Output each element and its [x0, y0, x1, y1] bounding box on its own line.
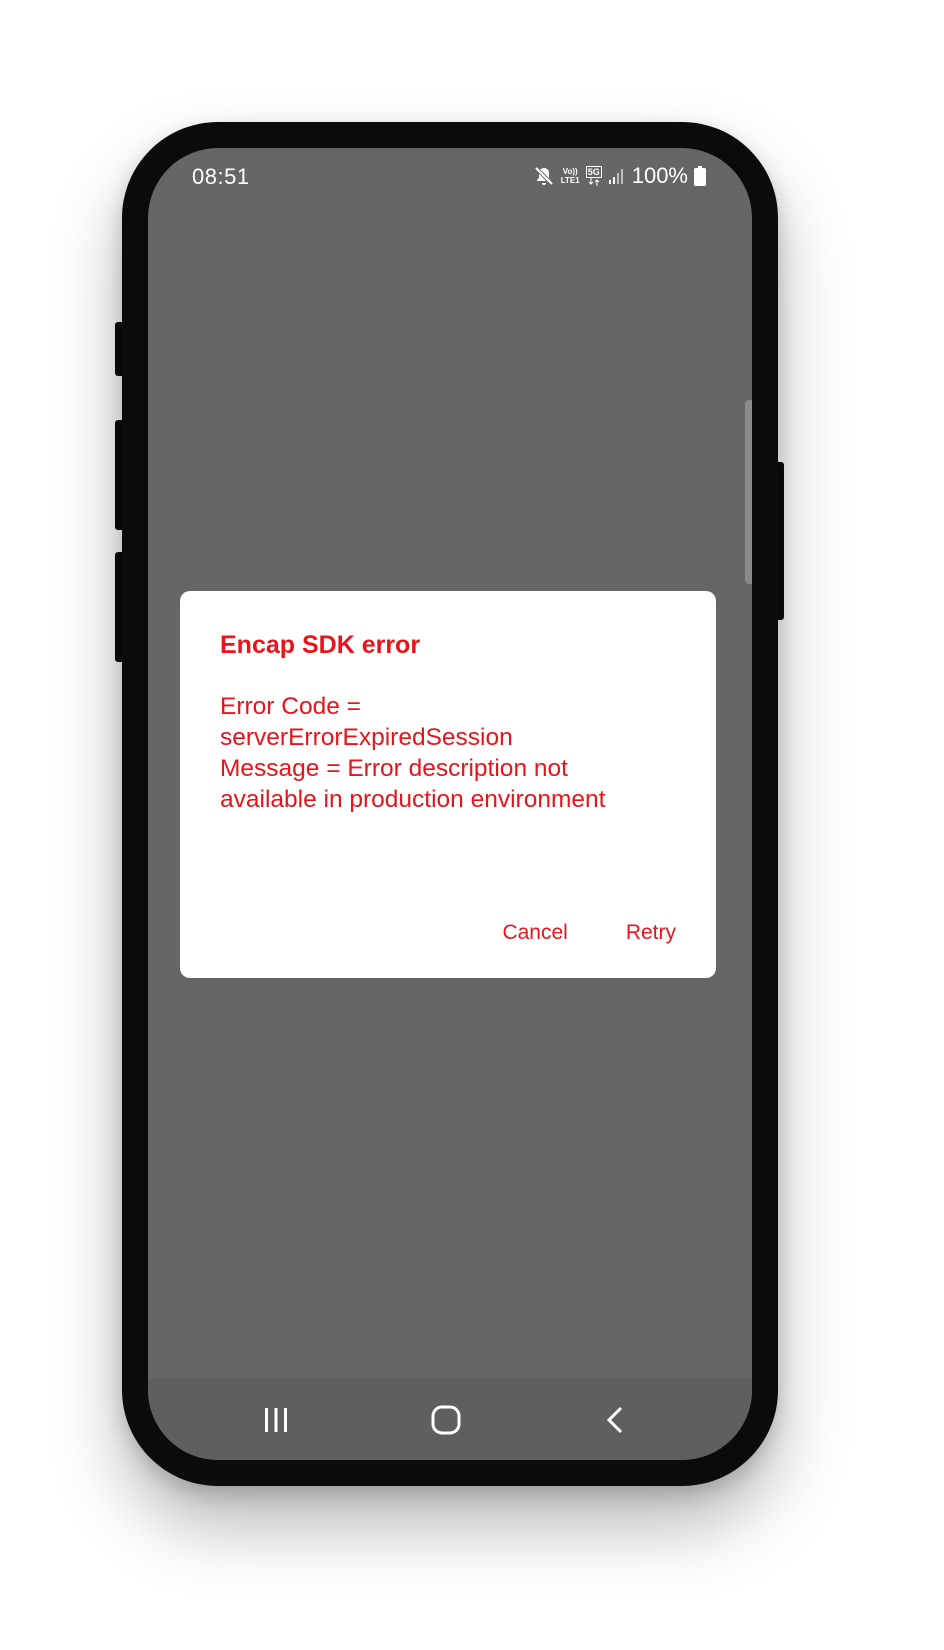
dialog-message: Error Code = serverErrorExpiredSession M…: [220, 691, 690, 815]
message-line: available in production environment: [220, 786, 606, 813]
message-line: Error Code =: [220, 693, 361, 720]
mute-icon: [533, 165, 555, 187]
message-line: serverErrorExpiredSession: [220, 724, 513, 751]
phone-screen: 08:51 Vo)) LTE1 5G 100% Encap SDK error …: [148, 148, 752, 1460]
status-icons: Vo)) LTE1 5G 100%: [533, 160, 706, 192]
retry-button[interactable]: Retry: [626, 921, 676, 945]
volte-label: Vo)): [562, 167, 578, 176]
error-dialog: Encap SDK error Error Code = serverError…: [180, 591, 716, 978]
stage: 08:51 Vo)) LTE1 5G 100% Encap SDK error …: [0, 0, 944, 1650]
navigation-bar: [148, 1378, 752, 1460]
signal-icon: [608, 167, 626, 185]
cancel-button[interactable]: Cancel: [502, 921, 567, 945]
5g-indicator: 5G: [585, 166, 602, 186]
volte-indicator: Vo)) LTE1: [561, 167, 580, 185]
recent-apps-icon[interactable]: [256, 1400, 296, 1440]
dialog-title: Encap SDK error: [220, 631, 421, 659]
battery-percentage: 100%: [631, 163, 688, 188]
battery-icon: [694, 166, 706, 186]
message-line: Message = Error description not: [220, 755, 568, 782]
status-bar: 08:51 Vo)) LTE1 5G 100%: [148, 148, 752, 208]
lte-label: LTE1: [560, 176, 580, 185]
dialog-actions: Cancel Retry: [502, 921, 676, 945]
edge-panel-handle[interactable]: [745, 400, 752, 584]
5g-label: 5G: [585, 166, 602, 178]
back-icon[interactable]: [596, 1400, 636, 1440]
status-time: 08:51: [192, 164, 250, 189]
home-icon[interactable]: [426, 1400, 466, 1440]
